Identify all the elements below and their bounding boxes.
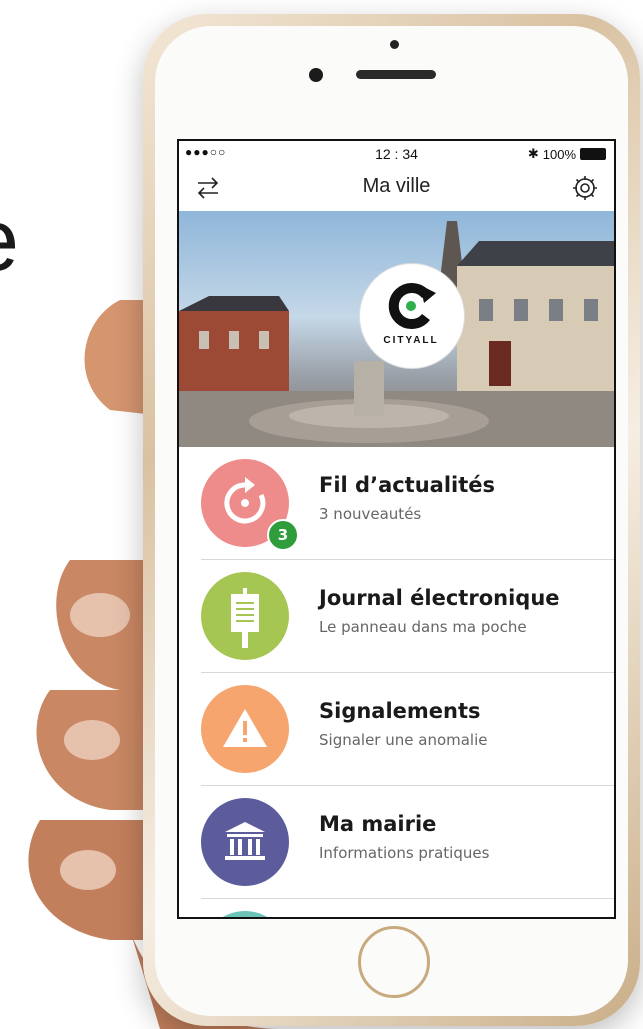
item-title: Journal électronique [319, 586, 560, 610]
feature-menu: 3 Fil d’actualités 3 nouveautés Journal … [179, 447, 614, 917]
app-screen: ●●●○○ 12 : 34 ✱ 100% Ma ville CITYALL 3 … [177, 139, 616, 919]
nav-bar: Ma ville [179, 167, 614, 211]
menu-item-townhall[interactable]: Ma mairie Informations pratiques [201, 786, 614, 899]
front-camera [309, 68, 323, 82]
item-subtitle: Informations pratiques [319, 844, 490, 862]
item-title: Fil d’actualités [319, 473, 496, 497]
item-title: Signalements [319, 699, 481, 723]
townhall-icon-circle [201, 798, 289, 886]
page-title: Ma ville [362, 175, 431, 197]
gear-icon[interactable] [570, 173, 600, 203]
menu-item-partial[interactable] [201, 899, 614, 917]
journal-icon-circle [201, 572, 289, 660]
status-bar: ●●●○○ 12 : 34 ✱ 100% [179, 141, 614, 167]
reports-icon-circle [201, 685, 289, 773]
item-subtitle: Signaler une anomalie [319, 731, 488, 749]
headline-fragment-2: e [0, 196, 19, 284]
menu-item-journal[interactable]: Journal électronique Le panneau dans ma … [201, 560, 614, 673]
item-title: Ma mairie [319, 812, 437, 836]
signboard-icon [231, 588, 259, 648]
townhall-icon [225, 822, 265, 860]
cityall-logo: CITYALL [359, 263, 465, 395]
battery-icon [580, 148, 606, 160]
battery-percent: 100% [542, 146, 576, 162]
warning-icon [223, 709, 267, 747]
town-hero-image: CITYALL [179, 211, 614, 447]
menu-item-news[interactable]: 3 Fil d’actualités 3 nouveautés [201, 447, 614, 560]
bluetooth-icon: ✱ [527, 146, 539, 161]
status-right: ✱ 100% [528, 146, 606, 162]
item-subtitle: Le panneau dans ma poche [319, 618, 527, 636]
unread-badge: 3 [267, 519, 299, 551]
earpiece-speaker [356, 70, 436, 79]
menu-item-reports[interactable]: Signalements Signaler une anomalie [201, 673, 614, 786]
home-button[interactable] [358, 926, 430, 998]
cityall-mark-icon [388, 283, 436, 329]
partial-icon-circle [201, 911, 289, 917]
item-subtitle: 3 nouveautés [319, 505, 422, 523]
proximity-sensor [390, 40, 399, 49]
logo-text: CITYALL [383, 335, 439, 346]
